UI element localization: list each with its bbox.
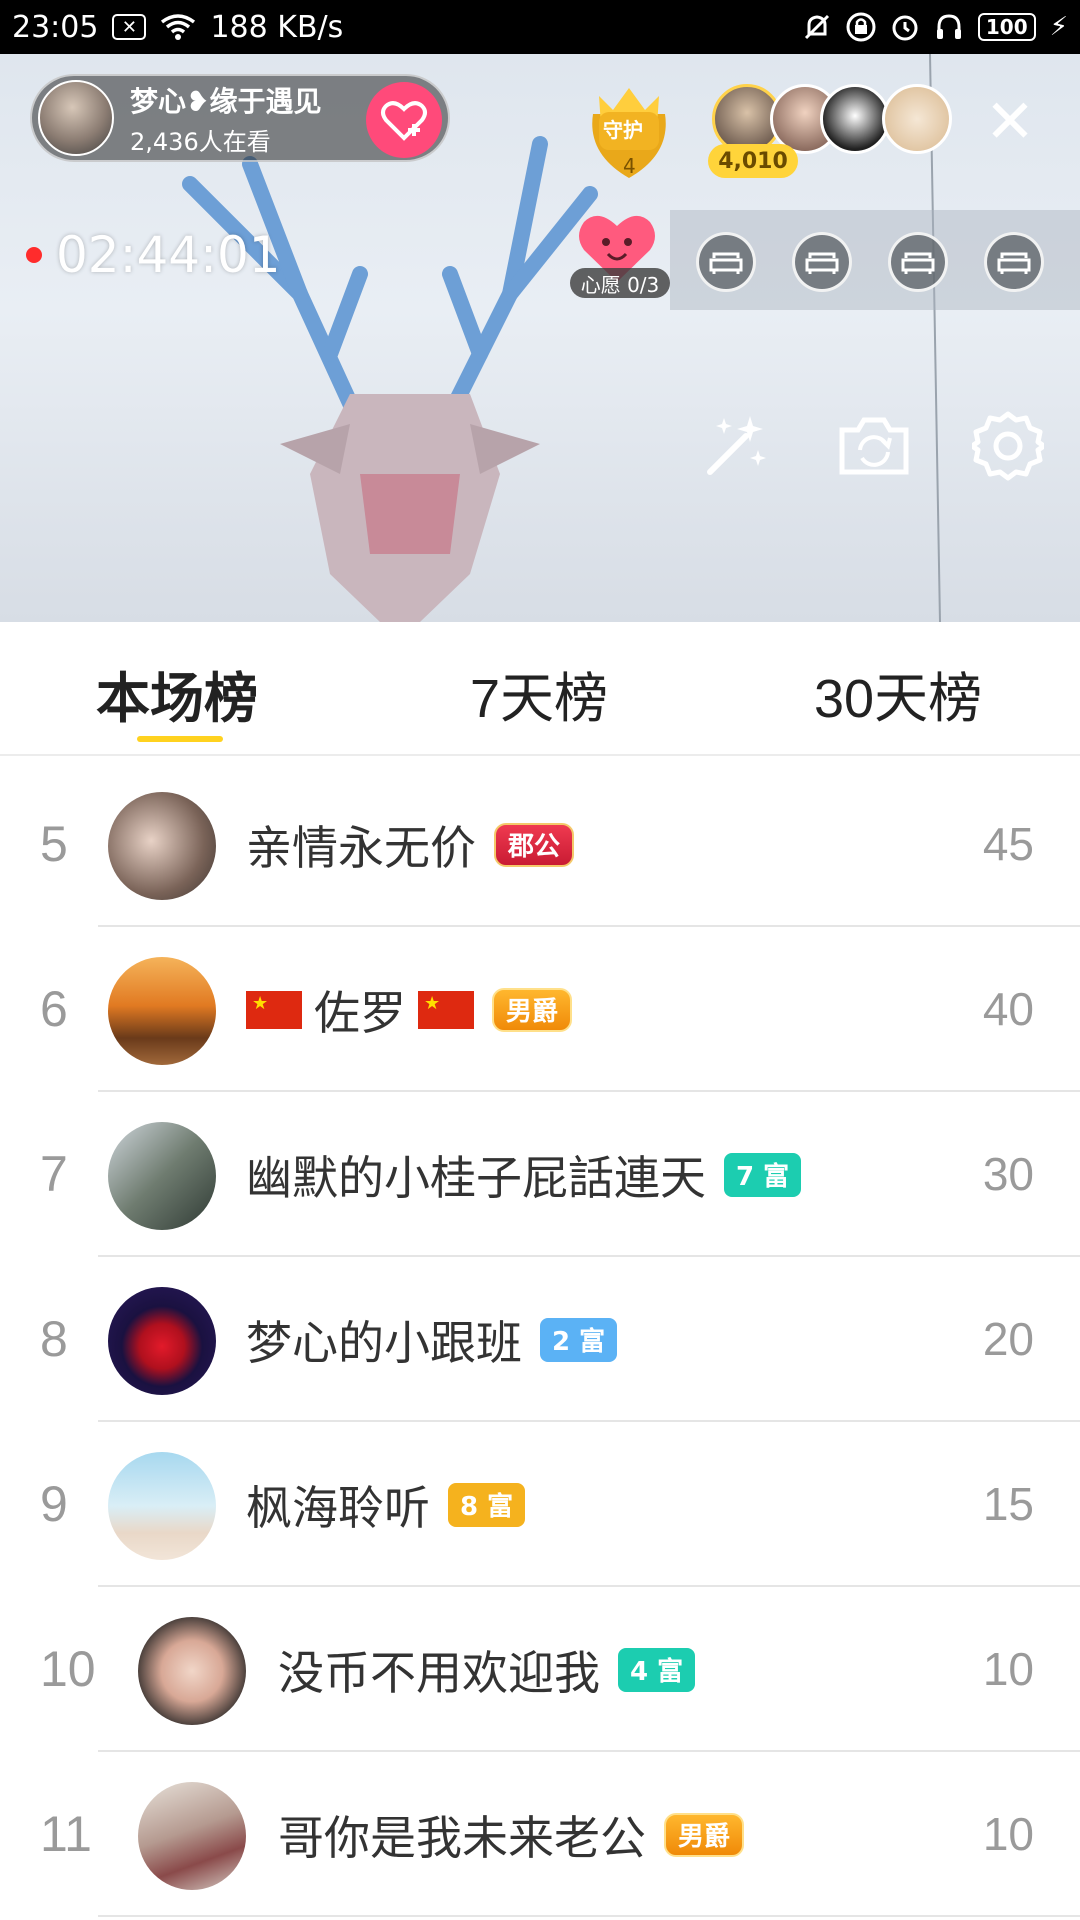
- sofa-seat-icon[interactable]: [888, 232, 948, 292]
- rank-number: 11: [40, 1806, 92, 1862]
- wealth-level-badge: 7 富: [724, 1152, 802, 1197]
- network-speed: 188 KB/s: [210, 9, 344, 45]
- score: 15: [982, 1478, 1034, 1530]
- score: 45: [982, 818, 1034, 870]
- score: 10: [982, 1643, 1034, 1695]
- user-name: 幽默的小桂子屁話連天: [246, 1150, 706, 1205]
- host-avatar[interactable]: [38, 80, 114, 156]
- mute-icon: [804, 14, 829, 40]
- user-name: 没币不用欢迎我: [278, 1645, 600, 1700]
- rank-number: 10: [40, 1641, 96, 1697]
- close-icon[interactable]: ✕: [980, 92, 1040, 152]
- china-flag-icon: [246, 990, 302, 1029]
- wealth-level-badge: 2 富: [540, 1317, 618, 1362]
- recording-dot: [26, 247, 42, 263]
- follow-heart-button[interactable]: [366, 82, 442, 158]
- user-name: 佐罗: [314, 985, 406, 1040]
- rank-badge: 男爵: [492, 987, 573, 1032]
- live-duration: 02:44:01: [56, 226, 281, 284]
- score: 30: [982, 1148, 1034, 1200]
- host-info-pill[interactable]: 梦心❥缘于遇见 2,436人在看: [30, 74, 450, 162]
- fan-avatar[interactable]: [882, 84, 952, 154]
- headphones-icon: [936, 14, 961, 39]
- tab-30-days[interactable]: 30天榜: [814, 654, 982, 733]
- list-item[interactable]: 9 枫海聆听 8 富 15: [0, 1422, 1080, 1587]
- list-item[interactable]: 7 幽默的小桂子屁話連天 7 富 30: [0, 1092, 1080, 1257]
- sofa-seat-icon[interactable]: [984, 232, 1044, 292]
- wish-label: 心愿 0/3: [570, 268, 670, 298]
- avatar[interactable]: [108, 792, 216, 900]
- viewer-count: 2,436人在看: [130, 127, 271, 156]
- divider: [98, 1915, 1080, 1917]
- list-item[interactable]: 10 没币不用欢迎我 4 富 10: [0, 1587, 1080, 1752]
- rank-number: 8: [40, 1311, 68, 1367]
- wealth-level-badge: 4 富: [618, 1647, 696, 1692]
- score: 10: [982, 1808, 1034, 1860]
- fan-score: 4,010: [708, 144, 798, 178]
- list-item[interactable]: 8 梦心的小跟班 2 富 20: [0, 1257, 1080, 1422]
- tab-current-session[interactable]: 本场榜: [96, 654, 258, 733]
- rank-badge: 郡公: [494, 822, 575, 867]
- live-video[interactable]: 梦心❥缘于遇见 2,436人在看 守护 4 4,010 ✕ 02:44:01 心…: [0, 54, 1080, 622]
- host-name: 梦心❥缘于遇见: [130, 84, 322, 118]
- ranking-tabs: 本场榜 7天榜 30天榜: [0, 622, 1080, 756]
- status-bar: 23:05 ✕ 188 KB/s 100 ⚡: [0, 0, 1080, 54]
- heart-plus-icon: [381, 101, 427, 141]
- user-name: 哥你是我未来老公: [278, 1810, 646, 1865]
- lock-icon: [846, 12, 876, 42]
- avatar[interactable]: [108, 1287, 216, 1395]
- score: 40: [982, 983, 1034, 1035]
- battery-indicator: 100: [977, 13, 1036, 41]
- magic-wand-icon[interactable]: [700, 410, 772, 482]
- user-name: 梦心的小跟班: [246, 1315, 522, 1370]
- list-item[interactable]: 5 亲情永无价 郡公 45: [0, 762, 1080, 927]
- avatar[interactable]: [108, 1452, 216, 1560]
- live-timer: 02:44:01: [26, 226, 281, 284]
- avatar[interactable]: [138, 1617, 246, 1725]
- user-name: 亲情永无价: [246, 820, 476, 875]
- guard-label: 守护: [603, 118, 643, 142]
- tab-7-days[interactable]: 7天榜: [470, 654, 608, 733]
- rank-badge: 男爵: [664, 1812, 745, 1857]
- china-flag-icon: [418, 990, 474, 1029]
- settings-gear-icon[interactable]: [972, 410, 1044, 482]
- user-name: 枫海聆听: [246, 1480, 430, 1535]
- rank-number: 9: [40, 1476, 68, 1532]
- sofa-seat-icon[interactable]: [792, 232, 852, 292]
- close-box-icon: ✕: [112, 14, 147, 40]
- sofa-seat-icon[interactable]: [696, 232, 756, 292]
- list-item[interactable]: 6 佐罗 男爵 40: [0, 927, 1080, 1092]
- ranking-list: 5 亲情永无价 郡公 45 6 佐罗 男爵 40 7 幽默的小桂子屁話連天 7 …: [0, 762, 1080, 1920]
- charging-icon: ⚡: [1049, 12, 1068, 42]
- score: 20: [982, 1313, 1034, 1365]
- avatar[interactable]: [138, 1782, 246, 1890]
- rank-number: 7: [40, 1146, 68, 1202]
- rank-number: 6: [40, 981, 68, 1037]
- fan-avatar[interactable]: [820, 84, 890, 154]
- clock: 23:05: [12, 9, 99, 45]
- seat-row: [670, 210, 1080, 310]
- rank-number: 5: [40, 816, 68, 872]
- camera-switch-icon[interactable]: [838, 410, 910, 482]
- wifi-icon: [161, 14, 196, 40]
- alarm-icon: [892, 15, 918, 41]
- guard-count: 4: [623, 154, 636, 178]
- active-tab-indicator: [137, 736, 223, 742]
- list-item[interactable]: 11 哥你是我未来老公 男爵 10: [0, 1752, 1080, 1917]
- wealth-level-badge: 8 富: [448, 1482, 526, 1527]
- avatar[interactable]: [108, 1122, 216, 1230]
- avatar[interactable]: [108, 957, 216, 1065]
- guard-badge[interactable]: 守护 4: [585, 74, 673, 184]
